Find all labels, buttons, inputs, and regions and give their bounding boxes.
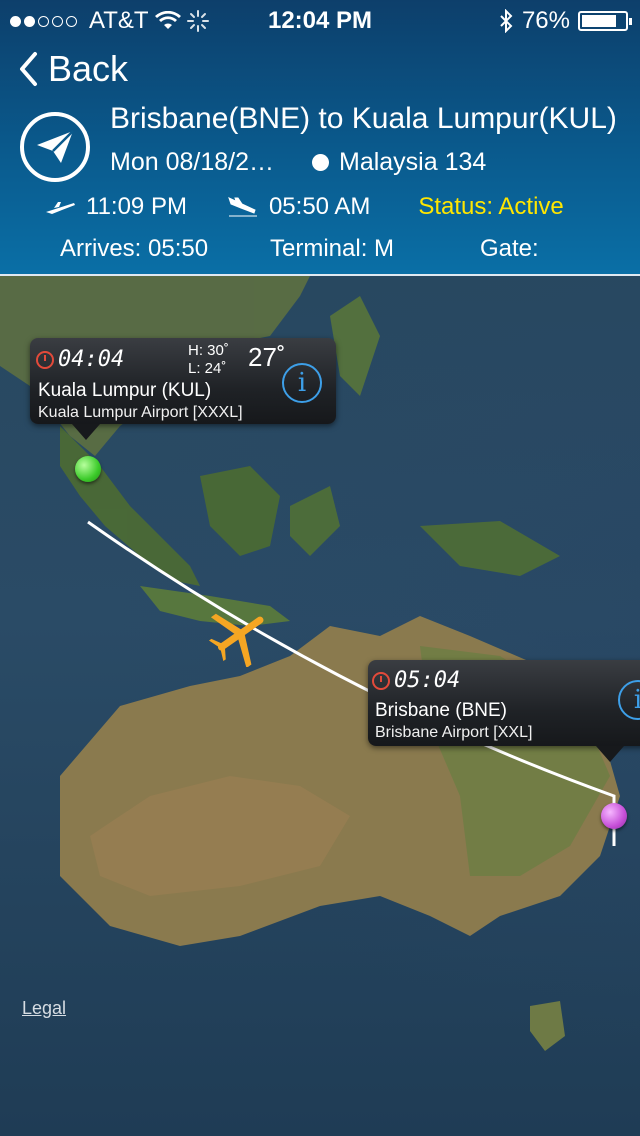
status-active-label: Status: Active [418, 193, 564, 220]
arrival-time-group: 05:50 AM [227, 193, 370, 221]
gate-label: Gate: [480, 235, 539, 262]
destination-pin[interactable] [75, 456, 101, 482]
origin-pin[interactable] [601, 803, 627, 829]
flight-number: Malaysia 134 [312, 148, 486, 177]
back-button[interactable]: Back [18, 48, 128, 90]
takeoff-plane-icon [46, 202, 75, 214]
clock-icon [372, 672, 390, 690]
origin-city: Brisbane (BNE) [375, 700, 507, 721]
bullet-dot-icon [312, 154, 329, 171]
clock-icon [36, 351, 54, 369]
landing-plane-icon [228, 197, 257, 217]
destination-airport: Kuala Lumpur Airport [XXXL] [38, 404, 243, 421]
battery-icon [578, 11, 632, 31]
back-label: Back [48, 48, 129, 89]
bluetooth-icon [500, 9, 513, 33]
flight-name: Malaysia 134 [339, 148, 487, 176]
battery-percent: 76% [521, 7, 570, 34]
flight-times-row: 11:09 PM 05:50 AM Status: Active [44, 193, 634, 221]
current-temp: 27˚ [248, 342, 286, 372]
flight-header: AT&T 12:04 PM 76% Back Brisbane(BNE) to … [0, 0, 640, 276]
arrival-time: 05:50 AM [268, 193, 371, 220]
airplane-icon [208, 613, 264, 667]
origin-callout[interactable]: 05:04 i Brisbane (BNE) Brisbane Airport … [368, 660, 640, 762]
arrives-label: Arrives: 05:50 [60, 235, 209, 262]
origin-local-time: 05:04 [394, 668, 461, 693]
legal-link[interactable]: Legal [22, 998, 66, 1019]
system-indicators: 76% [498, 7, 632, 35]
paper-plane-logo-icon [20, 112, 90, 182]
status-bar: AT&T 12:04 PM 76% [0, 0, 640, 40]
departure-time: 11:09 PM [86, 193, 187, 220]
terminal-label: Terminal: M [270, 235, 395, 262]
temp-high: H: 30˚ [188, 342, 229, 359]
departure-time-group: 11:09 PM [44, 193, 187, 221]
destination-city: Kuala Lumpur (KUL) [38, 380, 212, 401]
route-title: Brisbane(BNE) to Kuala Lumpur(KUL) [110, 102, 617, 135]
destination-callout[interactable]: 04:04 H: 30˚ L: 24˚ 27˚ i Kuala Lumpur (… [30, 338, 336, 440]
origin-airport: Brisbane Airport [XXL] [375, 724, 533, 741]
chevron-left-icon [20, 52, 37, 86]
info-button[interactable]: i [618, 680, 640, 720]
info-button[interactable]: i [282, 363, 322, 403]
flight-date: Mon 08/18/2… [110, 148, 274, 176]
destination-local-time: 04:04 [58, 347, 125, 372]
temp-low: L: 24˚ [188, 360, 227, 377]
